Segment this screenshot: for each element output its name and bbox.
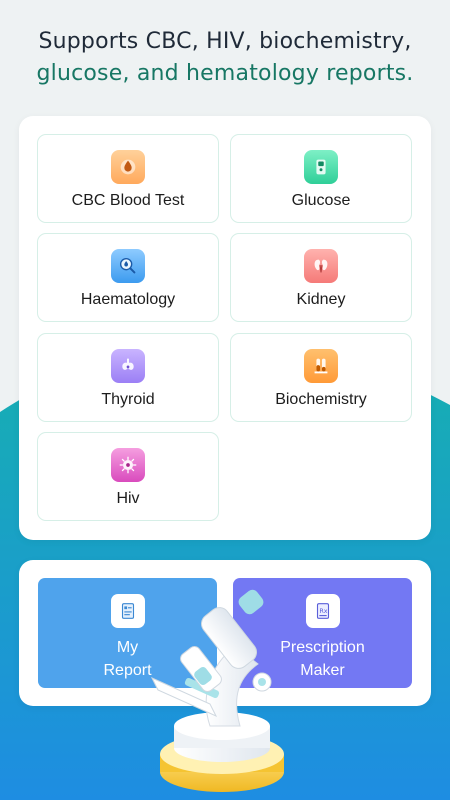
tile-label: CBC Blood Test — [71, 192, 185, 209]
virus-icon — [111, 448, 145, 482]
tile-label: Biochemistry — [275, 391, 367, 408]
tile-hiv[interactable]: Hiv — [37, 432, 219, 521]
headline-line-1: Supports CBC, HIV, biochemistry, — [38, 29, 412, 54]
prescription-icon: Rx — [305, 594, 340, 628]
tile-label: Kidney — [296, 291, 346, 308]
tile-label: Hiv — [116, 490, 140, 507]
report-types-card: CBC Blood Test Glucose Haematology Kidne… — [19, 116, 431, 540]
magnifier-drop-icon — [111, 249, 145, 283]
tile-haematology[interactable]: Haematology — [37, 233, 219, 322]
tile-kidney[interactable]: Kidney — [230, 233, 412, 322]
headline-line-2: glucose, and hematology reports. — [36, 61, 414, 86]
blood-drop-icon — [111, 150, 145, 184]
glucose-meter-icon — [304, 150, 338, 184]
microscope-illustration — [150, 589, 284, 792]
tile-biochemistry[interactable]: Biochemistry — [230, 333, 412, 422]
tile-glucose[interactable]: Glucose — [230, 134, 412, 223]
svg-text:Rx: Rx — [319, 607, 327, 615]
tile-cbc-blood-test[interactable]: CBC Blood Test — [37, 134, 219, 223]
test-tube-icon — [304, 349, 338, 383]
headline: Supports CBC, HIV, biochemistry, glucose… — [0, 26, 450, 90]
tile-label: Thyroid — [101, 391, 155, 408]
tile-label: Haematology — [80, 291, 176, 308]
tile-thyroid[interactable]: Thyroid — [37, 333, 219, 422]
tile-label: Glucose — [291, 192, 351, 209]
thyroid-icon — [111, 349, 145, 383]
kidney-icon — [304, 249, 338, 283]
